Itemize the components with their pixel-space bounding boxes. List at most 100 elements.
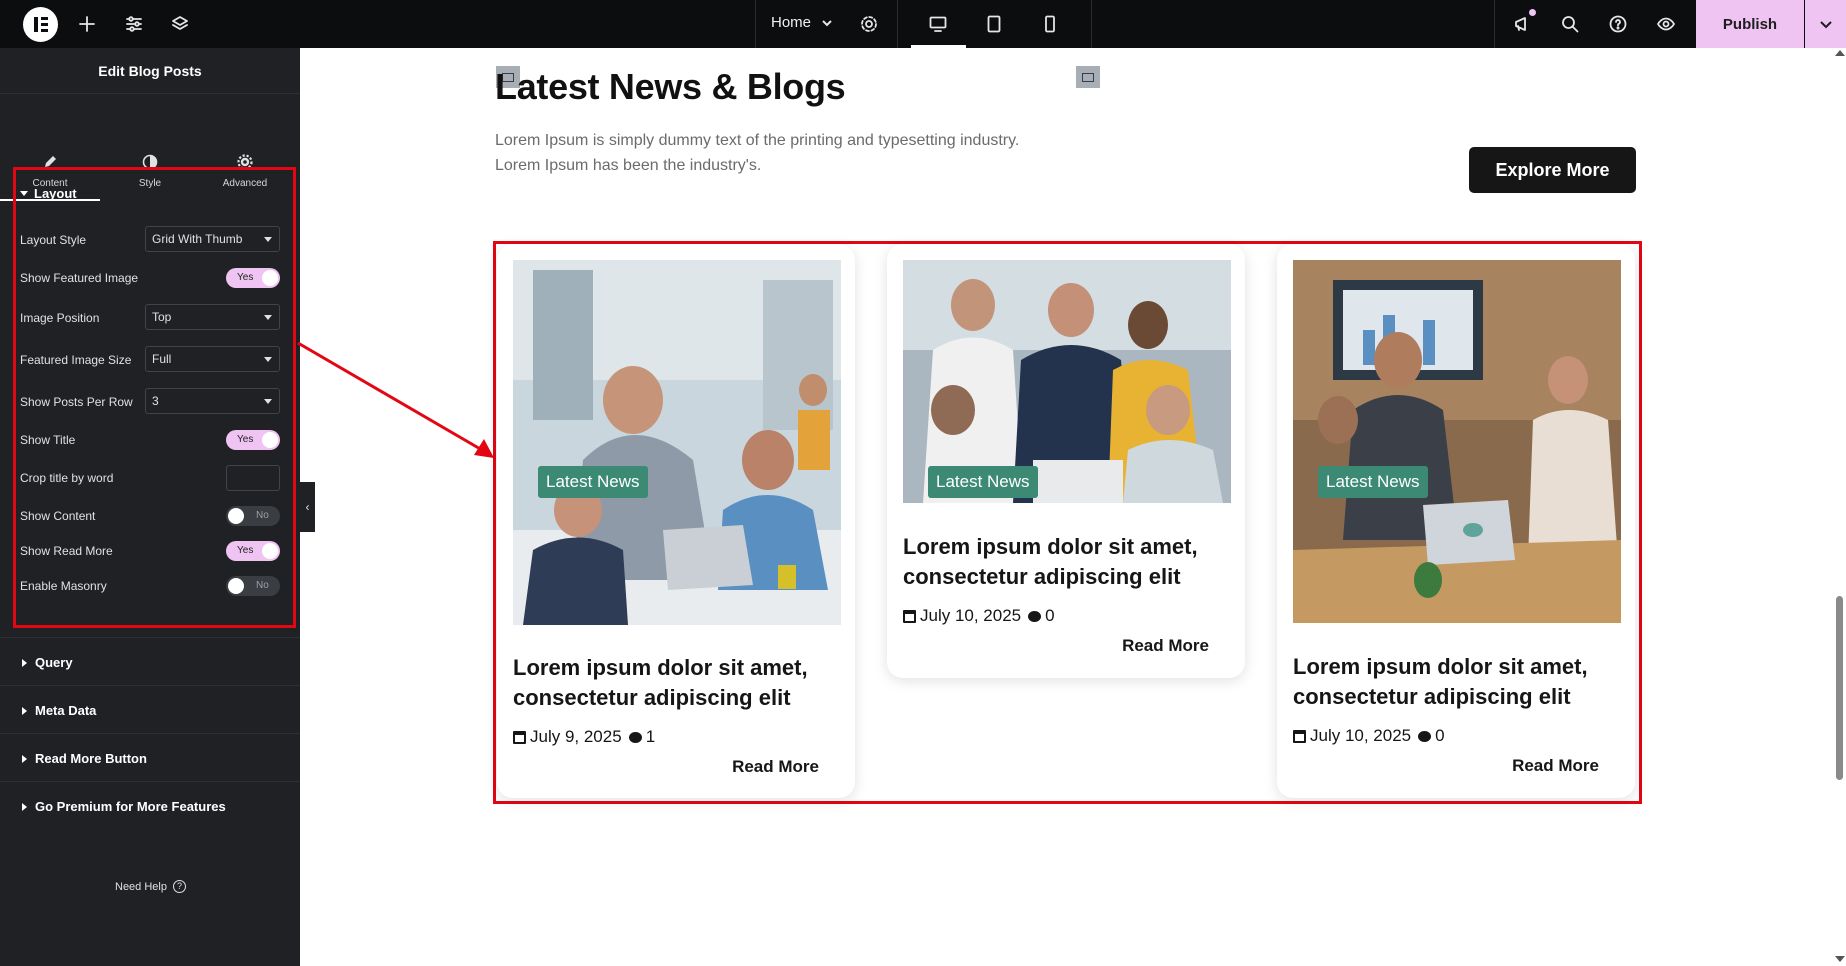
section-read-more-button[interactable]: Read More Button <box>0 733 300 781</box>
read-more-link[interactable]: Read More <box>1122 636 1209 656</box>
page-title: Latest News & Blogs <box>495 66 846 107</box>
show-read-more-label: Show Read More <box>20 544 113 558</box>
post-thumbnail[interactable] <box>1293 260 1621 623</box>
show-read-more-toggle[interactable]: Yes <box>226 541 280 561</box>
comments-icon <box>1418 730 1432 742</box>
category-badge[interactable]: Latest News <box>538 466 648 498</box>
section-title: Query <box>35 655 73 670</box>
layers-icon[interactable] <box>168 12 192 36</box>
publish-options-button[interactable] <box>1805 0 1846 48</box>
divider <box>1091 0 1092 48</box>
caret-right-icon <box>22 802 27 811</box>
crop-title-label: Crop title by word <box>20 471 114 485</box>
scroll-up-arrow-icon[interactable] <box>1835 50 1845 56</box>
chevron-down-icon <box>822 19 832 26</box>
elementor-logo-icon[interactable] <box>23 7 58 42</box>
section-meta-data[interactable]: Meta Data <box>0 685 300 733</box>
help-icon: ? <box>172 880 186 893</box>
scrollbar-thumb[interactable] <box>1836 596 1843 780</box>
show-featured-image-label: Show Featured Image <box>20 271 139 285</box>
section-query[interactable]: Query <box>0 637 300 685</box>
mobile-icon[interactable] <box>1038 12 1062 36</box>
image-position-select[interactable]: Top <box>145 304 280 330</box>
show-content-label: Show Content <box>20 509 96 523</box>
divider <box>1494 0 1495 48</box>
post-meta: July 10, 2025 0 <box>903 606 1055 626</box>
crop-title-input[interactable] <box>226 465 280 491</box>
collapse-panel-button[interactable]: ‹ <box>300 482 315 532</box>
post-date: July 10, 2025 <box>1310 726 1412 745</box>
caret-down-icon <box>20 191 28 196</box>
section-description: Lorem Ipsum is simply dummy text of the … <box>495 132 1020 174</box>
enable-masonry-toggle[interactable]: No <box>226 576 280 596</box>
calendar-icon <box>1293 729 1306 743</box>
comment-count: 0 <box>1435 726 1445 745</box>
caret-right-icon <box>22 706 27 715</box>
show-featured-image-toggle[interactable]: Yes <box>226 268 280 288</box>
featured-image-size-select[interactable]: Full <box>145 346 280 372</box>
post-thumbnail[interactable] <box>513 260 841 625</box>
section-layout[interactable]: Layout <box>20 186 77 201</box>
caret-right-icon <box>22 754 27 763</box>
image-position-label: Image Position <box>20 311 100 325</box>
comments-icon <box>628 731 642 743</box>
post-date: July 10, 2025 <box>920 606 1022 625</box>
section-title: Meta Data <box>35 703 97 718</box>
post-meta: July 9, 2025 1 <box>513 727 655 747</box>
notification-dot <box>1529 9 1536 16</box>
category-badge[interactable]: Latest News <box>1318 466 1428 498</box>
post-title[interactable]: Lorem ipsum dolor sit amet, consectetur … <box>513 653 843 713</box>
post-date: July 9, 2025 <box>530 727 622 746</box>
chevron-left-icon: ‹ <box>305 500 310 514</box>
section-title: Go Premium for More Features <box>35 799 226 814</box>
layout-style-label: Layout Style <box>20 233 87 247</box>
post-meta: July 10, 2025 0 <box>1293 726 1445 746</box>
enable-masonry-label: Enable Masonry <box>20 579 107 593</box>
page-settings-gear-icon[interactable] <box>857 12 881 36</box>
sliders-icon[interactable] <box>122 12 146 36</box>
post-title[interactable]: Lorem ipsum dolor sit amet, consectetur … <box>1293 652 1623 712</box>
section-title: Layout <box>34 186 77 201</box>
layout-style-select[interactable]: Grid With Thumb <box>145 226 280 252</box>
comment-count: 0 <box>1045 606 1055 625</box>
section-go-premium[interactable]: Go Premium for More Features <box>0 781 300 829</box>
column-handle-icon[interactable] <box>1076 66 1100 88</box>
show-content-toggle[interactable]: No <box>226 506 280 526</box>
blog-card[interactable]: Latest News Lorem ipsum dolor sit amet, … <box>497 244 855 798</box>
comment-count: 1 <box>645 727 656 746</box>
eye-icon[interactable] <box>1654 12 1678 36</box>
desktop-icon[interactable] <box>926 12 950 36</box>
panel-title: Edit Blog Posts <box>0 48 300 94</box>
calendar-icon <box>513 730 526 744</box>
chevron-down-icon <box>1819 21 1832 29</box>
scroll-down-arrow-icon[interactable] <box>1835 956 1845 962</box>
blog-card[interactable]: Latest News Lorem ipsum dolor sit amet, … <box>1277 244 1635 798</box>
caret-right-icon <box>22 658 27 667</box>
editor-topbar: Home Publish <box>0 0 1846 48</box>
page-name: Home <box>771 14 812 31</box>
active-device-indicator <box>911 45 966 48</box>
calendar-icon <box>903 609 916 623</box>
plus-icon[interactable] <box>75 12 99 36</box>
search-icon[interactable] <box>1558 12 1582 36</box>
featured-image-size-label: Featured Image Size <box>20 353 132 367</box>
category-badge[interactable]: Latest News <box>928 466 1038 498</box>
page-selector[interactable]: Home <box>771 14 833 31</box>
read-more-link[interactable]: Read More <box>1512 756 1599 776</box>
annotation-arrow-icon <box>297 341 494 458</box>
help-icon[interactable] <box>1606 12 1630 36</box>
divider <box>755 0 756 48</box>
explore-more-button[interactable]: Explore More <box>1469 147 1636 193</box>
post-title[interactable]: Lorem ipsum dolor sit amet, consectetur … <box>903 532 1233 592</box>
divider <box>897 0 898 48</box>
show-title-toggle[interactable]: Yes <box>226 430 280 450</box>
tablet-icon[interactable] <box>982 12 1006 36</box>
posts-per-row-select[interactable]: 3 <box>145 388 280 414</box>
comments-icon <box>1028 610 1042 622</box>
need-help-link[interactable]: Need Help ? <box>115 880 186 893</box>
section-title: Read More Button <box>35 751 147 766</box>
read-more-link[interactable]: Read More <box>732 757 819 777</box>
show-title-label: Show Title <box>20 433 76 447</box>
publish-button[interactable]: Publish <box>1696 0 1804 48</box>
blog-card[interactable]: Latest News Lorem ipsum dolor sit amet, … <box>887 244 1245 678</box>
